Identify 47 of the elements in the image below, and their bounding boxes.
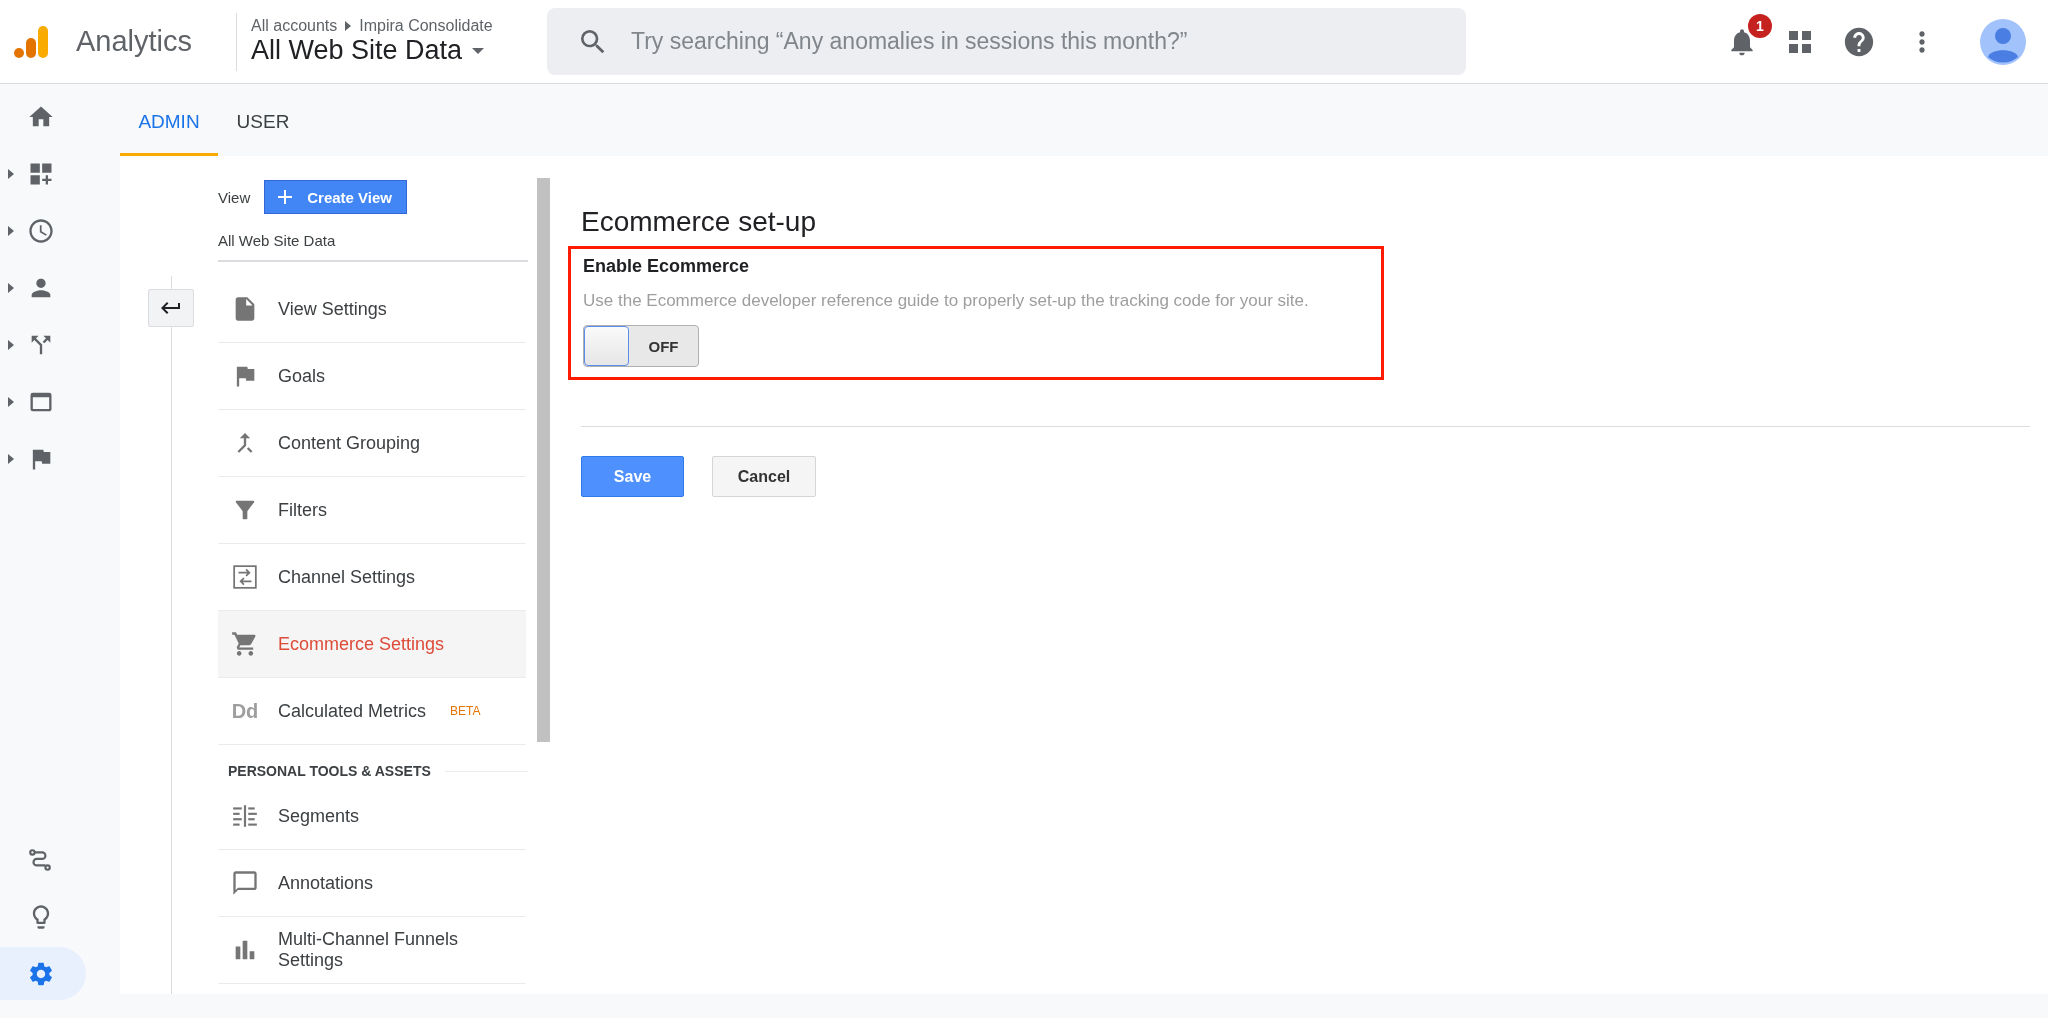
ecommerce-toggle[interactable]: OFF: [583, 325, 699, 367]
menu-item[interactable]: Annotations: [218, 850, 526, 917]
caret-icon: [8, 396, 14, 407]
menu-item[interactable]: Content Grouping: [218, 410, 526, 477]
create-view-button[interactable]: Create View: [264, 180, 408, 214]
comment-icon: [231, 869, 259, 897]
property-selector[interactable]: All Web Site Data: [251, 35, 547, 66]
menu-item[interactable]: View Settings: [218, 276, 526, 343]
nav-rail-item[interactable]: [0, 947, 86, 1000]
menu-item[interactable]: Goals: [218, 343, 526, 410]
view-label: View: [218, 188, 251, 206]
caret-icon: [8, 453, 14, 464]
menu-item[interactable]: Filters: [218, 477, 526, 544]
columns-icon: [231, 803, 259, 829]
cancel-button[interactable]: Cancel: [712, 456, 816, 497]
view-name: All Web Site Data: [218, 214, 528, 262]
dropdown-icon: [472, 47, 485, 54]
dd-icon: Dd: [231, 700, 259, 722]
menu-item[interactable]: Multi-Channel Funnels Settings: [218, 917, 526, 984]
route-icon: [27, 846, 53, 873]
chevron-icon: [345, 21, 352, 31]
caret-icon: [8, 168, 14, 179]
search-bar[interactable]: Try searching “Any anomalies in sessions this month?”: [547, 8, 1466, 75]
tab[interactable]: USER: [218, 84, 308, 156]
arrows-box-icon: [232, 564, 258, 590]
breadcrumb-link[interactable]: All accounts: [251, 17, 338, 35]
app-name: Analytics: [76, 25, 193, 58]
clock-icon: [27, 216, 55, 245]
apps-icon[interactable]: [1788, 29, 1812, 54]
caret-icon: [8, 225, 14, 236]
back-button[interactable]: [148, 289, 194, 327]
setting-description: Use the Ecommerce developer reference guide to properly set-up the tracking code for your site.: [583, 291, 1310, 311]
page-title: Ecommerce set-up: [581, 206, 817, 238]
analytics-logo-icon: [14, 23, 50, 60]
caret-icon: [8, 282, 14, 293]
caret-icon: [8, 339, 14, 350]
beta-label: BETA: [450, 702, 481, 720]
menu-item[interactable]: Dd Calculated Metrics BETA: [218, 678, 526, 745]
setting-label: Enable Ecommerce: [583, 256, 751, 277]
search-field[interactable]: Try searching “Any anomalies in sessions this month?”: [631, 28, 1466, 55]
avatar[interactable]: [1980, 18, 2026, 65]
breadcrumb-link[interactable]: Impira Consolidate: [359, 17, 493, 35]
scrollbar[interactable]: [537, 178, 550, 742]
notification-count: 1: [1748, 13, 1772, 38]
menu-item[interactable]: Segments: [218, 783, 526, 850]
menu-item[interactable]: Ecommerce Settings: [218, 611, 526, 678]
section-title: PERSONAL TOOLS & ASSETS: [228, 763, 431, 779]
